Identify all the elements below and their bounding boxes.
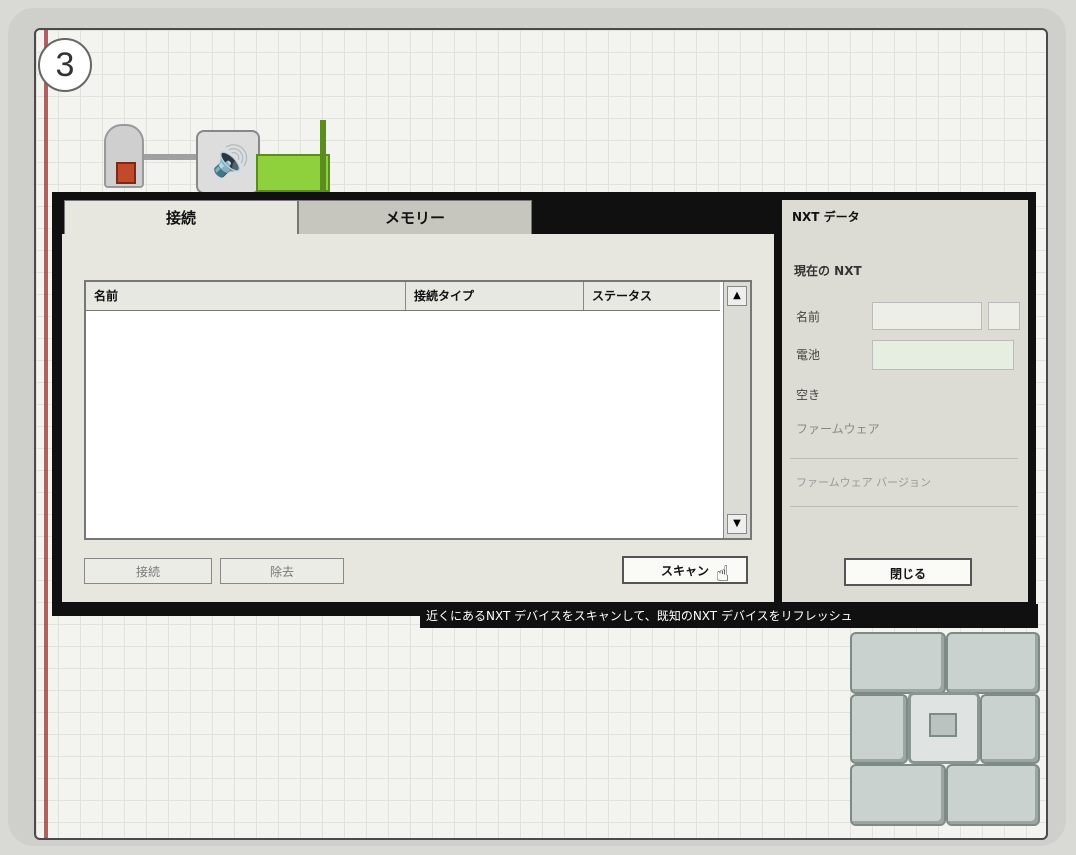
side-divider bbox=[790, 458, 1018, 459]
speaker-icon: 🔊 bbox=[212, 144, 250, 179]
column-connection-type[interactable]: 接続タイプ bbox=[406, 282, 584, 310]
scroll-up-icon[interactable]: ▲ bbox=[727, 286, 747, 306]
side-panel-title: NXT データ bbox=[792, 210, 860, 224]
free-storage-label: 空き bbox=[796, 388, 821, 402]
controller-pad-icon bbox=[846, 628, 1040, 826]
table-header: 名前 接続タイプ ステータス bbox=[86, 282, 720, 311]
sound-block-config bbox=[256, 154, 330, 192]
sequence-beam bbox=[44, 30, 48, 838]
block-divider bbox=[320, 120, 326, 190]
step-number-badge: 3 bbox=[38, 38, 92, 92]
sound-block[interactable]: 🔊 bbox=[196, 130, 260, 194]
close-button[interactable]: 閉じる bbox=[844, 558, 972, 586]
connect-button[interactable]: 接続 bbox=[84, 558, 212, 584]
pad-right-button[interactable] bbox=[980, 694, 1040, 764]
pad-top-right-button[interactable] bbox=[946, 632, 1040, 694]
device-table: 名前 接続タイプ ステータス ▲ ▼ bbox=[84, 280, 752, 540]
battery-indicator bbox=[872, 340, 1014, 370]
scroll-down-icon[interactable]: ▼ bbox=[727, 514, 747, 534]
hand-cursor-icon: ☝ bbox=[716, 562, 730, 587]
pad-center-button[interactable] bbox=[908, 692, 980, 764]
program-blocks: 🔊 bbox=[96, 110, 366, 194]
scan-tooltip: 近くにあるNXT デバイスをスキャンして、既知のNXT デバイスをリフレッシュ bbox=[420, 604, 1038, 628]
pad-bottom-left-button[interactable] bbox=[850, 764, 946, 826]
column-status[interactable]: ステータス bbox=[584, 282, 720, 310]
firmware-version: ファームウェア バージョン bbox=[796, 476, 931, 489]
rename-button[interactable] bbox=[988, 302, 1020, 330]
pad-center-icon bbox=[929, 713, 957, 737]
name-label: 名前 bbox=[796, 310, 821, 324]
table-scrollbar[interactable]: ▲ ▼ bbox=[723, 282, 750, 538]
touch-sensor-core bbox=[116, 162, 136, 184]
pad-left-button[interactable] bbox=[850, 694, 908, 764]
nxt-data-panel: NXT データ 現在の NXT 名前 電池 空き ファームウェア ファームウェア… bbox=[782, 200, 1028, 602]
block-wire bbox=[144, 154, 198, 160]
firmware-label: ファームウェア bbox=[796, 422, 880, 436]
name-field[interactable] bbox=[872, 302, 982, 330]
pad-top-left-button[interactable] bbox=[850, 632, 946, 694]
tab-connection[interactable]: 接続 bbox=[64, 200, 298, 235]
pad-bottom-right-button[interactable] bbox=[946, 764, 1040, 826]
side-divider-2 bbox=[790, 506, 1018, 507]
column-name[interactable]: 名前 bbox=[86, 282, 406, 310]
battery-label: 電池 bbox=[796, 348, 821, 362]
remove-button[interactable]: 除去 bbox=[220, 558, 344, 584]
touch-sensor-icon[interactable] bbox=[104, 124, 144, 188]
current-nxt-label: 現在の NXT bbox=[794, 264, 862, 278]
tab-memory[interactable]: メモリー bbox=[298, 200, 532, 236]
